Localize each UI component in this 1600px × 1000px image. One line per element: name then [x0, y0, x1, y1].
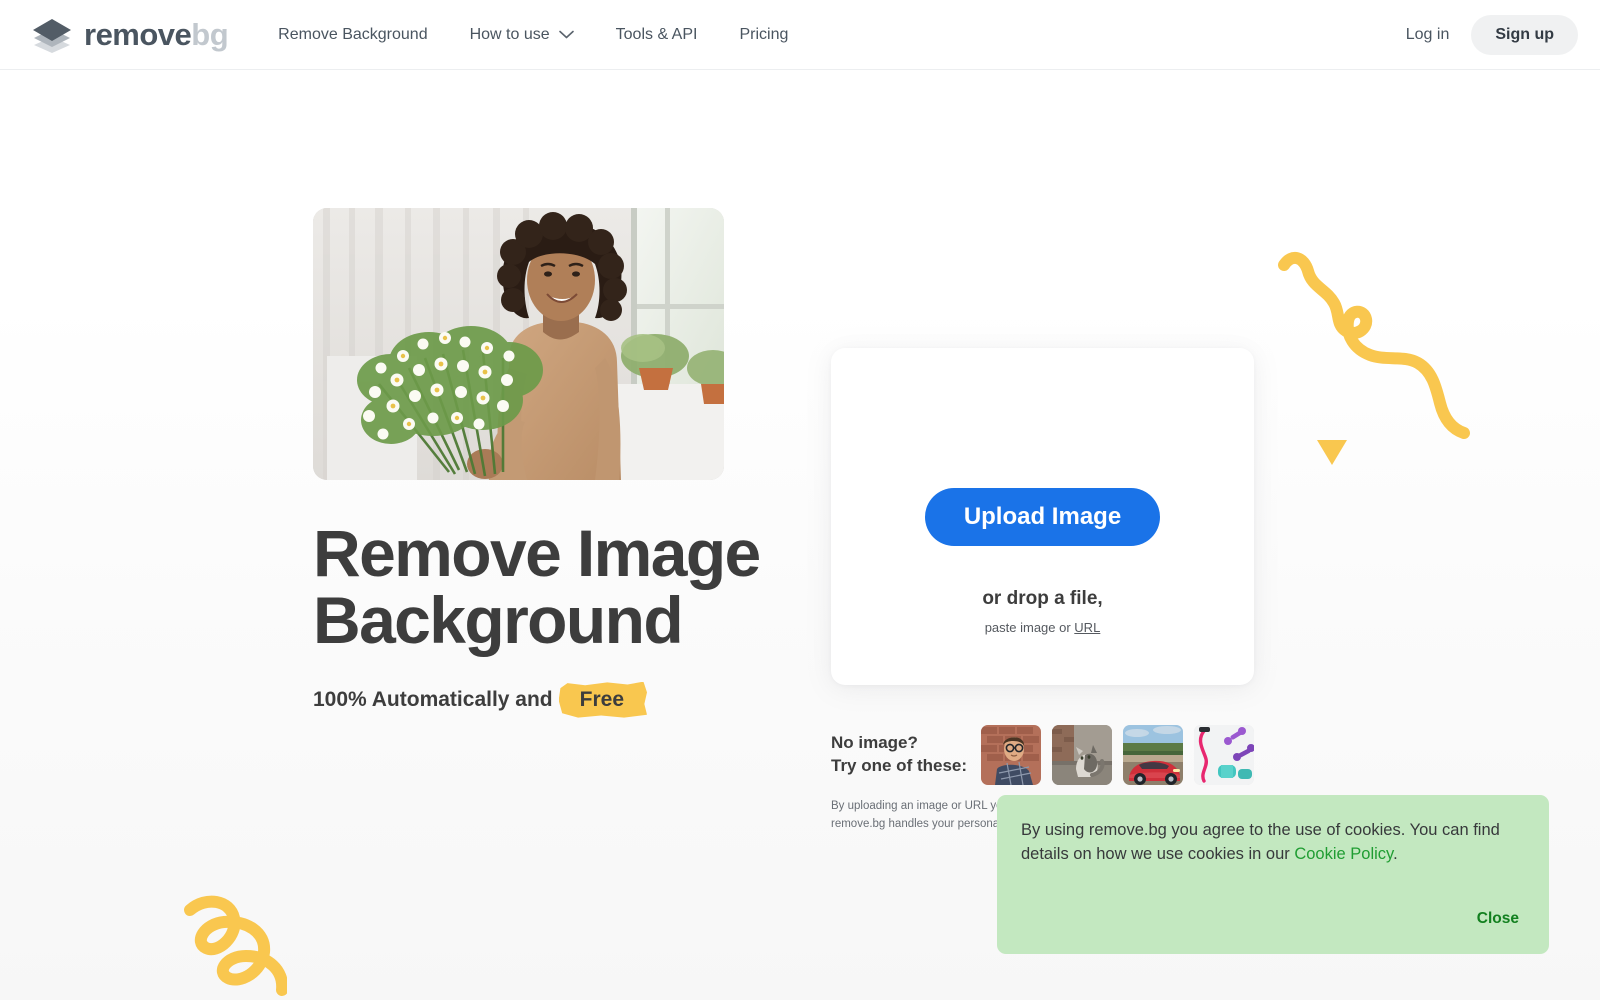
logo-wordmark: removebg [84, 17, 229, 52]
yellow-squiggle-icon [1278, 245, 1473, 455]
nav-label: Remove Background [278, 25, 428, 43]
paste-url-link[interactable]: URL [1074, 620, 1100, 635]
hero-subtitle-text: 100% Automatically and [313, 688, 553, 712]
nav-item-remove-background[interactable]: Remove Background [278, 26, 427, 44]
nav-label: How to use [469, 25, 550, 43]
cookie-consent-banner: By using remove.bg you agree to the use … [997, 795, 1549, 954]
yellow-spiral-squiggle-icon [172, 872, 289, 1000]
sample-images-section: No image? Try one of these: [831, 725, 1265, 785]
sample-label-line2: Try one of these: [831, 756, 968, 776]
logo-word-bg: bg [191, 17, 229, 52]
page-title: Remove Image Background [313, 516, 761, 658]
hero-subtitle: 100% Automatically and Free [313, 685, 760, 716]
nav-item-pricing[interactable]: Pricing [739, 26, 788, 44]
logo-word-remove: remove [84, 17, 192, 52]
sample-thumb-fitness[interactable] [1194, 725, 1254, 785]
logo[interactable]: removebg [30, 15, 229, 55]
upload-dropzone-card[interactable]: Upload Image or drop a file, paste image… [831, 348, 1254, 685]
sample-label-line1: No image? [831, 733, 918, 752]
site-header: removebg Remove Background How to use To… [0, 0, 1600, 70]
paste-image-text: paste image or [984, 620, 1075, 635]
cookie-policy-link[interactable]: Cookie Policy [1294, 845, 1393, 863]
sample-thumb-red-car[interactable] [1123, 725, 1183, 785]
sample-thumb-cat[interactable] [1052, 725, 1112, 785]
drop-file-label: or drop a file, [982, 588, 1103, 609]
cookie-close-button[interactable]: Close [1477, 910, 1519, 928]
nav-label: Pricing [739, 25, 789, 43]
nav-item-how-to-use[interactable]: How to use [470, 26, 574, 44]
cookie-text-before: By using remove.bg you agree to the use … [1021, 821, 1500, 863]
free-badge: Free [567, 685, 637, 716]
paste-image-line: paste image or URL [985, 620, 1101, 635]
main-nav: Remove Background How to use Tools & API… [278, 26, 830, 44]
sample-images-label: No image? Try one of these: [831, 725, 981, 778]
yellow-triangle-icon [1315, 437, 1349, 472]
login-link[interactable]: Log in [1406, 26, 1450, 44]
sample-thumb-man-glasses[interactable] [981, 725, 1041, 785]
nav-label: Tools & API [615, 25, 698, 43]
hero-left-column: Remove Image Background 100% Automatical… [313, 208, 761, 716]
hero-photo [313, 208, 724, 480]
layers-diamond-icon [30, 15, 74, 55]
header-actions: Log in Sign up [1406, 14, 1578, 55]
nav-item-tools-api[interactable]: Tools & API [616, 26, 698, 44]
sample-thumbnails [981, 725, 1265, 785]
chevron-down-icon [558, 30, 574, 39]
cookie-banner-text: By using remove.bg you agree to the use … [1021, 819, 1521, 867]
upload-image-button[interactable]: Upload Image [924, 488, 1161, 546]
cookie-text-after: . [1393, 844, 1398, 863]
signup-button[interactable]: Sign up [1471, 14, 1578, 55]
